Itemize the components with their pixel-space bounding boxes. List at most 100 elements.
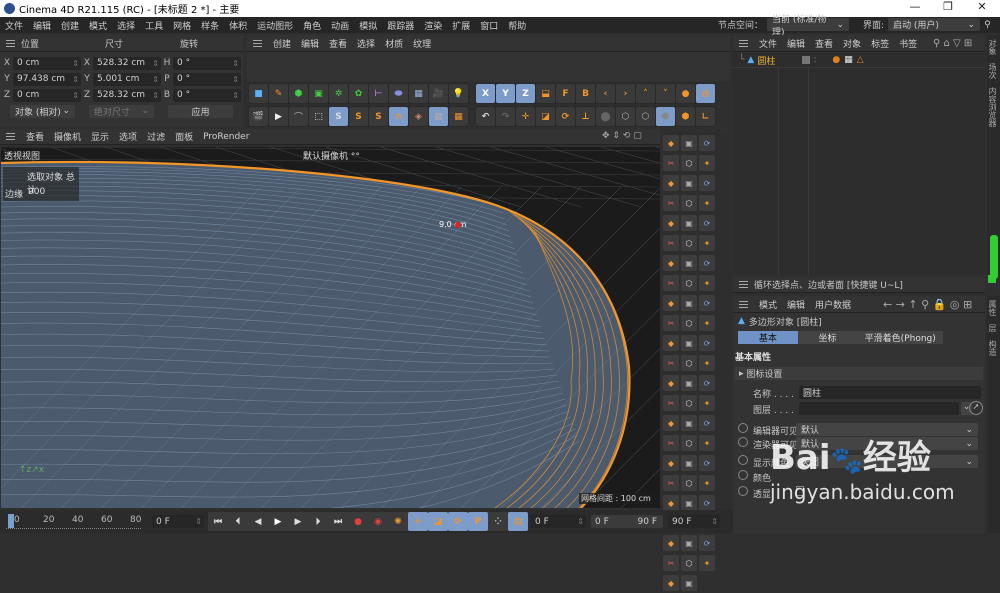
- tool-icon[interactable]: ✦: [699, 555, 715, 571]
- animate-radio[interactable]: [738, 470, 748, 480]
- tool-icon[interactable]: ✦: [699, 235, 715, 251]
- pen-icon[interactable]: ✎: [269, 84, 288, 103]
- render-view-icon[interactable]: 🎬: [249, 107, 268, 126]
- layer-icon[interactable]: [802, 56, 811, 64]
- stepper-icon[interactable]: ⇕: [232, 91, 241, 100]
- panel-menu-icon[interactable]: [739, 300, 748, 308]
- cube-icon[interactable]: ■: [249, 84, 268, 103]
- attribute-tab[interactable]: 平滑着色(Phong): [857, 331, 944, 344]
- menu-item[interactable]: 摄像机: [49, 130, 86, 143]
- tool-icon[interactable]: ◆: [663, 455, 679, 471]
- menu-item[interactable]: 工具: [140, 19, 168, 32]
- y-axis-icon[interactable]: Y: [496, 84, 515, 103]
- snap-orange-icon[interactable]: S: [349, 107, 368, 126]
- list-item[interactable]: └ ▲ 圆柱 : ● ▦ △: [733, 53, 985, 68]
- tool-icon[interactable]: ✂: [663, 555, 679, 571]
- menu-item[interactable]: 网格: [168, 19, 196, 32]
- maximize-button[interactable]: ❐: [933, 0, 963, 13]
- record-button[interactable]: ●: [348, 512, 368, 531]
- key-pla-button[interactable]: ⁘: [488, 512, 508, 531]
- current-frame-field[interactable]: 0 F ⇕: [152, 515, 204, 528]
- size-mode-select[interactable]: 绝对尺寸 ⌄: [89, 104, 154, 118]
- extrude-icon[interactable]: ▣: [309, 84, 328, 103]
- tool-icon[interactable]: ✂: [663, 435, 679, 451]
- tool-icon[interactable]: ▣: [681, 455, 697, 471]
- tool-icon[interactable]: ⬡: [681, 355, 697, 371]
- menu-item[interactable]: 查看: [324, 37, 352, 50]
- field-icon[interactable]: ⬬: [389, 84, 408, 103]
- timeline-ruler[interactable]: 0 20 40 60 80: [6, 512, 146, 532]
- key-scale-button[interactable]: ◪: [428, 512, 448, 531]
- tool-icon[interactable]: ⟳: [699, 175, 715, 191]
- close-button[interactable]: ✕: [967, 0, 997, 13]
- layout-select[interactable]: 启动 (用户) ⌄: [888, 18, 981, 31]
- stepper-icon[interactable]: ⇕: [152, 91, 161, 100]
- tool-icon[interactable]: ⬡: [681, 435, 697, 451]
- rotation-field[interactable]: 0 ° ⇕: [173, 56, 241, 70]
- end-frame-field[interactable]: 90 F ⇕: [668, 515, 720, 528]
- tool-icon[interactable]: ◆: [663, 415, 679, 431]
- tool-icon[interactable]: ⬡: [681, 315, 697, 331]
- coord-mode-select[interactable]: 对象 (相对) ⌄: [10, 104, 75, 118]
- viewport[interactable]: 透视视图 默认摄像机 °° 选取对象 总计 边缘 900 9.0 cm 网格间距…: [1, 147, 660, 508]
- stepper-icon[interactable]: ⇕: [152, 75, 161, 84]
- tool-icon[interactable]: ✂: [663, 395, 679, 411]
- size-field[interactable]: 5.001 cm ⇕: [93, 72, 161, 86]
- snap-ring-icon[interactable]: S: [369, 107, 388, 126]
- next-frame-button[interactable]: ▶: [288, 512, 308, 531]
- tool-icon[interactable]: ◆: [663, 175, 679, 191]
- rotate-icon[interactable]: ⟳: [556, 107, 575, 126]
- workplane-icon[interactable]: ▦: [449, 107, 468, 126]
- stepper-icon[interactable]: ⇕: [232, 75, 241, 84]
- tool-icon[interactable]: ▣: [681, 495, 697, 511]
- menu-item[interactable]: 选择: [352, 37, 380, 50]
- undo-icon[interactable]: ↶: [476, 107, 495, 126]
- prev-key-button[interactable]: ⏴: [228, 512, 248, 531]
- animate-radio[interactable]: [738, 455, 748, 465]
- tool-icon[interactable]: ▣: [681, 335, 697, 351]
- z-axis-icon[interactable]: Z: [516, 84, 535, 103]
- menu-item[interactable]: 动画: [326, 19, 354, 32]
- tool-icon[interactable]: ◆: [663, 295, 679, 311]
- stepper-icon[interactable]: ⇕: [72, 59, 81, 68]
- up-icon[interactable]: ˄: [636, 84, 655, 103]
- position-field[interactable]: 0 cm ⇕: [13, 56, 81, 70]
- key-rotation-button[interactable]: ⟳: [448, 512, 468, 531]
- viewport-canvas[interactable]: [1, 147, 660, 508]
- tool-icon[interactable]: ▣: [681, 575, 697, 591]
- stepper-icon[interactable]: ⇕: [72, 75, 81, 84]
- tool-icon[interactable]: ◆: [663, 495, 679, 511]
- panel-menu-icon[interactable]: [253, 39, 262, 47]
- menu-item[interactable]: 跟踪器: [382, 19, 419, 32]
- render-icon[interactable]: ▶: [269, 107, 288, 126]
- redo-icon[interactable]: ↷: [496, 107, 515, 126]
- tool-icon[interactable]: ⟳: [699, 135, 715, 151]
- menu-item[interactable]: 编辑: [28, 19, 56, 32]
- menu-item[interactable]: 文件: [0, 19, 28, 32]
- tool-icon[interactable]: ⬡: [681, 195, 697, 211]
- axis-icon[interactable]: ⊥: [576, 107, 595, 126]
- tool-icon[interactable]: ◆: [663, 575, 679, 591]
- menu-item[interactable]: 体积: [224, 19, 252, 32]
- menu-item[interactable]: 模式: [754, 298, 782, 311]
- display-color-select[interactable]: 关闭 ⌄: [796, 455, 978, 468]
- size-field[interactable]: 528.32 cm ⇕: [93, 88, 161, 102]
- menu-item[interactable]: 模拟: [354, 19, 382, 32]
- menu-item[interactable]: 标签: [866, 37, 894, 50]
- tool-icon[interactable]: ⬡: [681, 395, 697, 411]
- prev-frame-button[interactable]: ◀: [248, 512, 268, 531]
- menu-item[interactable]: 窗口: [475, 19, 503, 32]
- size-field[interactable]: 528.32 cm ⇕: [93, 56, 161, 70]
- rotation-field[interactable]: 0 ° ⇕: [173, 88, 241, 102]
- menu-item[interactable]: 模式: [84, 19, 112, 32]
- tool-icon[interactable]: ⟳: [699, 255, 715, 271]
- tool-icon[interactable]: ✦: [699, 195, 715, 211]
- checker-tag-icon[interactable]: ▦: [844, 55, 853, 65]
- front-view-icon[interactable]: F: [556, 84, 575, 103]
- grid-icon[interactable]: ◈: [409, 107, 428, 126]
- menu-item[interactable]: 书签: [894, 37, 922, 50]
- polygon-mode-icon[interactable]: ⬢: [656, 107, 675, 126]
- model-icon[interactable]: ⬡: [636, 107, 655, 126]
- position-field[interactable]: 0 cm ⇕: [13, 88, 81, 102]
- layer-field[interactable]: [799, 402, 959, 415]
